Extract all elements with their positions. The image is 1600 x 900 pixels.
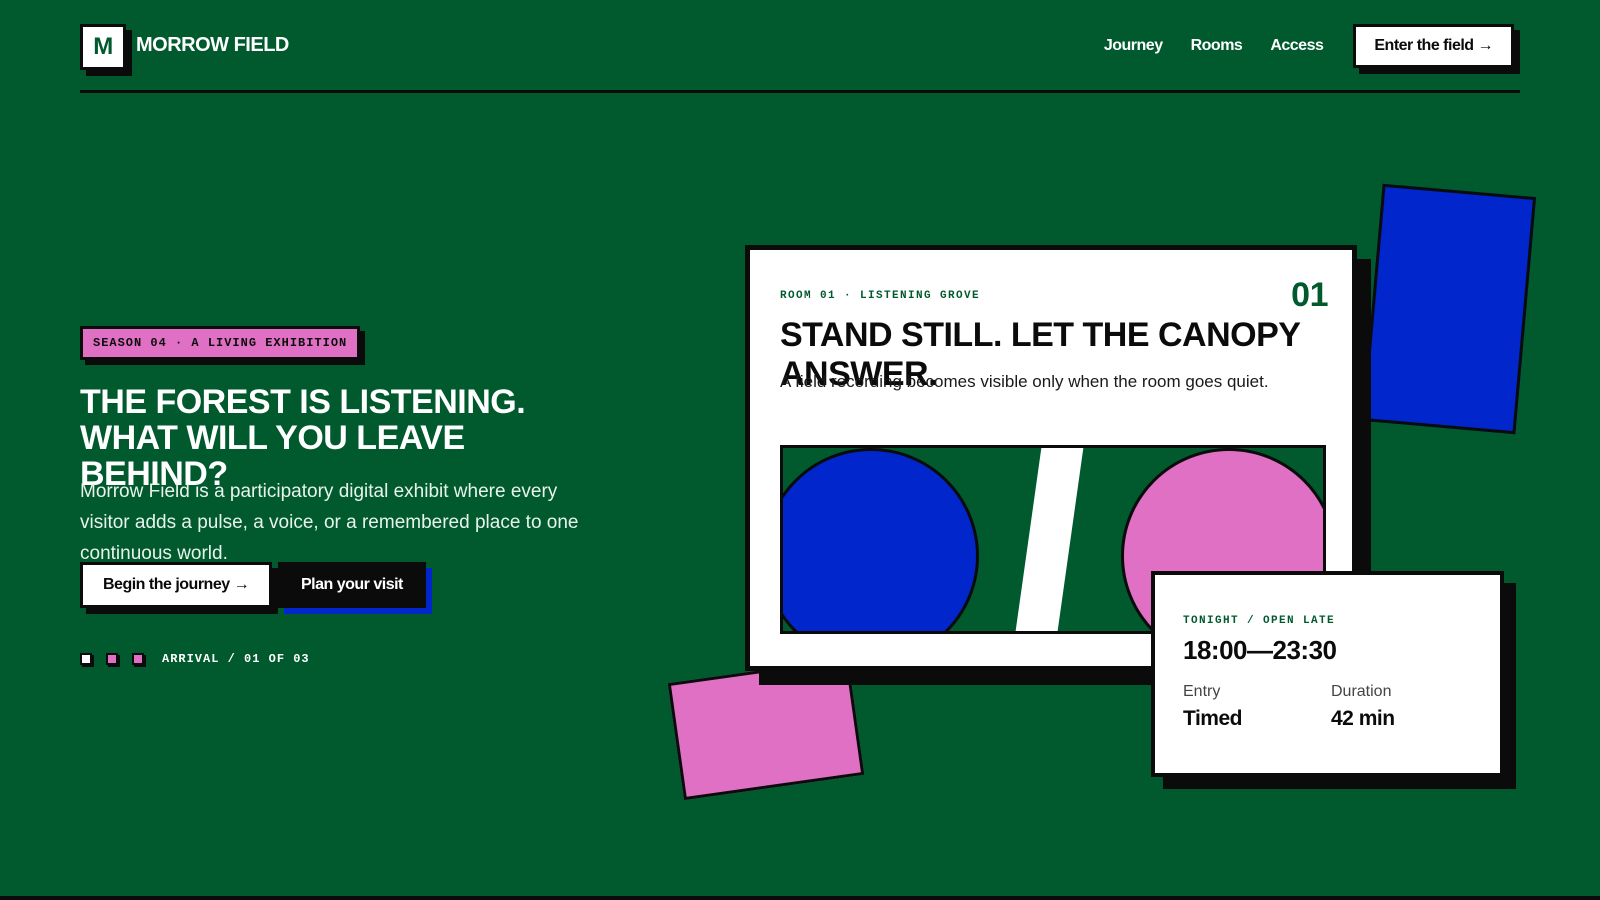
progress-label: ARRIVAL / 01 OF 03 [162, 652, 310, 666]
room-number: 01 [1291, 276, 1328, 314]
season-badge: SEASON 04 · A LIVING EXHIBITION [80, 326, 361, 360]
decorative-pink-rectangle [667, 657, 865, 801]
entry-value: Timed [1183, 707, 1242, 730]
site-header: M MORROW FIELD Journey Rooms Access Ente… [80, 22, 1520, 93]
opening-hours: 18:00—23:30 [1183, 635, 1337, 665]
entry-info: Entry Timed [1183, 683, 1242, 731]
room-subtitle: A field recording becomes visible only w… [780, 372, 1269, 391]
progress-dot[interactable] [132, 653, 144, 665]
progress-dot[interactable] [106, 653, 118, 665]
room-eyebrow: ROOM 01 · LISTENING GROVE [780, 290, 981, 302]
duration-info: Duration 42 min [1331, 683, 1395, 731]
hero-lead: Morrow Field is a participatory digital … [80, 481, 579, 564]
progress-indicator: ARRIVAL / 01 OF 03 [80, 652, 310, 666]
nav-link-journey[interactable]: Journey [1104, 37, 1163, 55]
nav-link-rooms[interactable]: Rooms [1191, 37, 1243, 55]
bottom-divider [0, 896, 1600, 900]
entry-label: Entry [1183, 683, 1221, 700]
decorative-blue-rectangle [1361, 183, 1537, 435]
blue-circle-shape [783, 448, 979, 631]
plan-visit-button[interactable]: Plan your visit [278, 562, 426, 608]
white-bar-shape [1013, 448, 1085, 631]
visit-info-card: TONIGHT / OPEN LATE 18:00—23:30 Entry Ti… [1151, 571, 1504, 777]
duration-value: 42 min [1331, 707, 1395, 730]
info-eyebrow: TONIGHT / OPEN LATE [1183, 615, 1336, 627]
enter-field-button[interactable]: Enter the field → [1353, 24, 1514, 68]
brand-name[interactable]: MORROW FIELD [136, 34, 289, 57]
duration-label: Duration [1331, 683, 1392, 700]
begin-journey-button[interactable]: Begin the journey → [80, 562, 273, 608]
logo-mark[interactable]: M [80, 24, 126, 70]
nav-link-access[interactable]: Access [1270, 37, 1324, 55]
progress-dot-active[interactable] [80, 653, 92, 665]
main-nav: Journey Rooms Access Enter the field → [1104, 22, 1520, 70]
